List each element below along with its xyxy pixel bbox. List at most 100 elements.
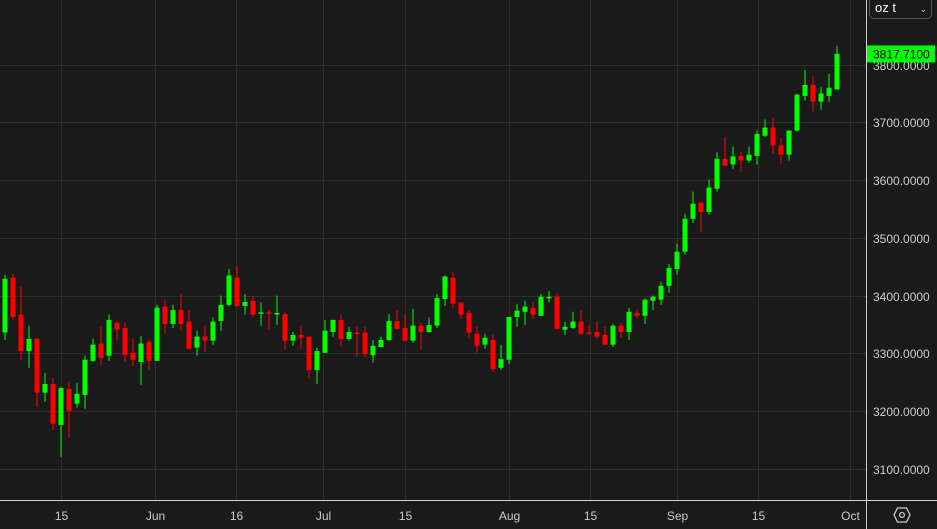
candle-body	[66, 389, 72, 412]
candle-body	[106, 319, 112, 356]
y-tick-label: 3300.0000	[873, 347, 930, 361]
candle-body	[306, 336, 312, 371]
candle-body	[530, 307, 536, 315]
candle-body	[602, 334, 608, 345]
candle-body	[690, 203, 696, 219]
candle-body	[2, 278, 8, 333]
candle-body	[626, 311, 632, 332]
candle-body	[122, 327, 128, 356]
x-tick-label: Aug	[499, 509, 520, 523]
candlestick-chart[interactable]: 3800.00003700.00003600.00003500.00003400…	[0, 0, 937, 529]
candle-body	[322, 330, 328, 353]
candle-body	[58, 387, 64, 425]
candle-up	[106, 314, 112, 361]
settings-icon[interactable]	[893, 507, 911, 523]
candle-body	[730, 156, 736, 165]
candle-body	[226, 275, 232, 305]
candle-body	[682, 218, 688, 252]
y-tick-label: 3500.0000	[873, 232, 930, 246]
candle-body	[666, 267, 672, 286]
candle-body	[266, 312, 272, 314]
last-price-label: 3817.7100	[873, 47, 930, 61]
candle-body	[442, 276, 448, 300]
candle-body	[18, 314, 24, 352]
candle-body	[314, 351, 320, 371]
candle-body	[466, 312, 472, 333]
candle-body	[450, 277, 456, 304]
candle-body	[522, 306, 528, 312]
x-tick-label: Oct	[841, 509, 860, 523]
y-tick-label: 3400.0000	[873, 290, 930, 304]
candle-body	[186, 321, 192, 349]
candle-body	[834, 53, 840, 90]
candle-up	[210, 317, 216, 345]
candle-body	[770, 127, 776, 146]
candle-body	[202, 336, 208, 341]
x-tick-label: 16	[230, 509, 244, 523]
candle-body	[178, 310, 184, 324]
candle-body	[538, 296, 544, 316]
candle-body	[402, 327, 408, 341]
candle-body	[754, 133, 760, 156]
candle-body	[98, 343, 104, 358]
candle-body	[170, 310, 176, 324]
candle-body	[234, 277, 240, 307]
candle-body	[242, 301, 248, 307]
candle-body	[706, 187, 712, 212]
candle-body	[578, 321, 584, 334]
candle-body	[594, 331, 600, 337]
x-tick-label: Jul	[316, 509, 331, 523]
candle-body	[650, 296, 656, 301]
candle-body	[394, 321, 400, 330]
candle-body	[290, 334, 296, 341]
candle-body	[810, 84, 816, 102]
candle-body	[210, 321, 216, 341]
candle-body	[610, 325, 616, 345]
candle-down	[490, 334, 496, 372]
candle-body	[162, 306, 168, 324]
candle-body	[42, 383, 48, 393]
candle-body	[82, 359, 88, 395]
candle-body	[434, 297, 440, 326]
candle-body	[778, 145, 784, 155]
candle-body	[426, 325, 432, 332]
candle-body	[658, 285, 664, 300]
candle-body	[130, 352, 136, 360]
candle-body	[386, 321, 392, 341]
candle-body	[74, 393, 80, 404]
unit-dropdown[interactable]: oz t ⌄	[869, 0, 932, 19]
candle-body	[490, 340, 496, 369]
unit-dropdown-value: oz t	[875, 0, 896, 15]
y-tick-label: 3700.0000	[873, 116, 930, 130]
candle-body	[802, 84, 808, 96]
candle-body	[146, 341, 152, 361]
chart-background	[0, 0, 937, 529]
candle-up	[434, 293, 440, 328]
candle-body	[722, 158, 728, 166]
candle-body	[354, 332, 360, 335]
candle-body	[818, 93, 824, 102]
candle-up	[506, 316, 512, 364]
x-tick-label: 15	[584, 509, 598, 523]
last-price-marker: 3817.7100	[867, 45, 935, 63]
candle-body	[330, 319, 336, 332]
candle-up	[154, 304, 160, 361]
candle-up	[538, 293, 544, 316]
candle-down	[10, 273, 16, 320]
candle-body	[50, 383, 56, 424]
candle-body	[786, 130, 792, 155]
candle-body	[26, 338, 32, 352]
candle-up	[794, 93, 800, 132]
candle-body	[698, 202, 704, 212]
y-tick-label: 3600.0000	[873, 174, 930, 188]
x-tick-label: Jun	[146, 509, 165, 523]
y-tick-label: 3200.0000	[873, 405, 930, 419]
candle-down	[50, 377, 56, 431]
chevron-down-icon: ⌄	[919, 4, 927, 14]
candle-body	[138, 343, 144, 363]
candle-body	[114, 322, 120, 330]
candle-body	[634, 312, 640, 316]
candle-body	[370, 345, 376, 356]
candle-body	[514, 310, 520, 317]
candle-body	[498, 359, 504, 368]
